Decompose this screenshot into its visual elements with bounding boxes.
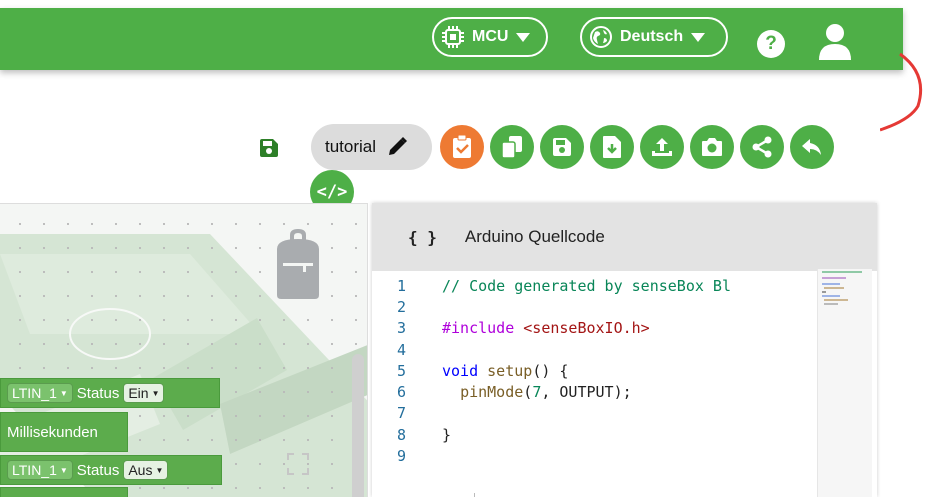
- status-dropdown[interactable]: Aus ▼: [123, 460, 169, 480]
- project-name-field[interactable]: tutorial: [311, 124, 432, 170]
- line-number: 7: [396, 404, 406, 423]
- pin-value: LTIN_1: [12, 385, 57, 401]
- pin-value: LTIN_1: [12, 462, 57, 478]
- chip-icon: [440, 24, 466, 50]
- clipboard-check-icon: [453, 135, 471, 158]
- user-icon: [819, 24, 851, 60]
- camera-icon: [702, 138, 722, 156]
- delay-block[interactable]: [0, 487, 128, 497]
- board-selector-label: MCU: [472, 28, 509, 45]
- line-number: 9: [396, 447, 406, 466]
- reply-icon: [802, 139, 821, 155]
- pencil-icon: [389, 137, 408, 155]
- code-braces-icon: { }: [408, 227, 437, 247]
- block-workspace[interactable]: [0, 203, 368, 497]
- saved-status-icon: [258, 137, 280, 159]
- screenshot-button[interactable]: [690, 125, 734, 169]
- file-download-icon: [603, 136, 621, 158]
- chevron-down-icon: [516, 32, 531, 42]
- code-text: pinMode(7, OUTPUT);: [460, 383, 632, 402]
- share-icon: [752, 136, 772, 158]
- code-line: 4: [372, 339, 877, 360]
- upload-button[interactable]: [640, 125, 684, 169]
- pin-dropdown[interactable]: LTIN_1 ▼: [7, 460, 73, 480]
- save-button[interactable]: [540, 125, 584, 169]
- digital-write-block[interactable]: LTIN_1 ▼ Status Ein ▼: [0, 378, 220, 408]
- download-button[interactable]: [590, 125, 634, 169]
- code-panel-header: { } Arduino Quellcode: [372, 203, 877, 271]
- copy-button[interactable]: [490, 125, 534, 169]
- status-value: Aus: [128, 462, 153, 478]
- status-dropdown[interactable]: Ein ▼: [123, 383, 165, 403]
- line-number: 8: [396, 425, 406, 444]
- status-label: Status: [76, 461, 120, 479]
- digital-write-block[interactable]: LTIN_1 ▼ Status Aus ▼: [0, 455, 222, 485]
- code-line: 6 pinMode(7, OUTPUT);: [372, 381, 877, 402]
- code-line: 8}: [372, 424, 877, 445]
- code-line: 1 // Code generated by senseBox Bl: [372, 275, 877, 296]
- copy-icon: [501, 136, 522, 159]
- code-line: 3 #include <senseBoxIO.h>: [372, 318, 877, 339]
- line-number: 1: [396, 276, 406, 295]
- code-text: #include <senseBoxIO.h>: [442, 319, 650, 338]
- indent-guide: [474, 493, 475, 497]
- board-selector[interactable]: MCU: [432, 17, 548, 57]
- line-number: 6: [396, 383, 406, 402]
- annotation-arc: [880, 52, 923, 132]
- dropdown-arrow-icon: ▼: [59, 388, 68, 398]
- code-text: }: [442, 425, 452, 444]
- project-name: tutorial: [325, 137, 377, 156]
- language-selector-label: Deutsch: [620, 28, 684, 45]
- app-page: MCU Deutsch ? tutorial </> LTIN_1 ▼ Stat…: [0, 0, 925, 497]
- code-line: 9: [372, 445, 877, 466]
- undo-button[interactable]: [790, 125, 834, 169]
- app-header: MCU Deutsch ?: [0, 8, 903, 70]
- code-text: void setup() {: [442, 361, 569, 380]
- pin-dropdown[interactable]: LTIN_1 ▼: [7, 383, 73, 403]
- help-button[interactable]: ?: [757, 30, 785, 58]
- workspace-scrollbar[interactable]: [352, 354, 364, 497]
- line-number: 5: [396, 361, 406, 380]
- user-account-button[interactable]: [817, 22, 853, 62]
- status-label: Status: [76, 384, 120, 402]
- globe-icon: [588, 24, 614, 50]
- chevron-down-icon: [691, 32, 706, 42]
- line-number: 4: [396, 340, 406, 359]
- delay-unit-label: Millisekunden: [7, 423, 98, 441]
- dropdown-arrow-icon: ▼: [151, 388, 160, 398]
- minimap-preview: [822, 271, 862, 305]
- language-selector[interactable]: Deutsch: [580, 17, 728, 57]
- code-editor[interactable]: 1 // Code generated by senseBox Bl 2 3 #in…: [372, 271, 877, 497]
- code-line: 7: [372, 403, 877, 424]
- dropdown-arrow-icon: ▼: [59, 465, 68, 475]
- code-line: 5 void setup() {: [372, 360, 877, 381]
- save-icon: [553, 138, 571, 156]
- help-icon: ?: [765, 33, 777, 54]
- status-value: Ein: [128, 385, 149, 401]
- delay-block[interactable]: Millisekunden: [0, 412, 128, 452]
- compile-button[interactable]: [440, 125, 484, 169]
- code-icon: </>: [316, 182, 348, 202]
- share-button[interactable]: [740, 125, 784, 169]
- code-minimap[interactable]: [817, 269, 872, 497]
- dropdown-arrow-icon: ▼: [155, 465, 164, 475]
- backpack-icon[interactable]: [275, 229, 321, 299]
- line-number: 3: [396, 319, 406, 338]
- zoom-reset-icon[interactable]: [286, 452, 310, 476]
- code-line: 2: [372, 296, 877, 317]
- upload-icon: [652, 138, 672, 156]
- code-text: // Code generated by senseBox Bl: [442, 276, 731, 295]
- code-panel-title: Arduino Quellcode: [464, 227, 605, 246]
- code-panel: { } Arduino Quellcode 1 // Code generated…: [372, 203, 877, 497]
- line-number: 2: [396, 297, 406, 316]
